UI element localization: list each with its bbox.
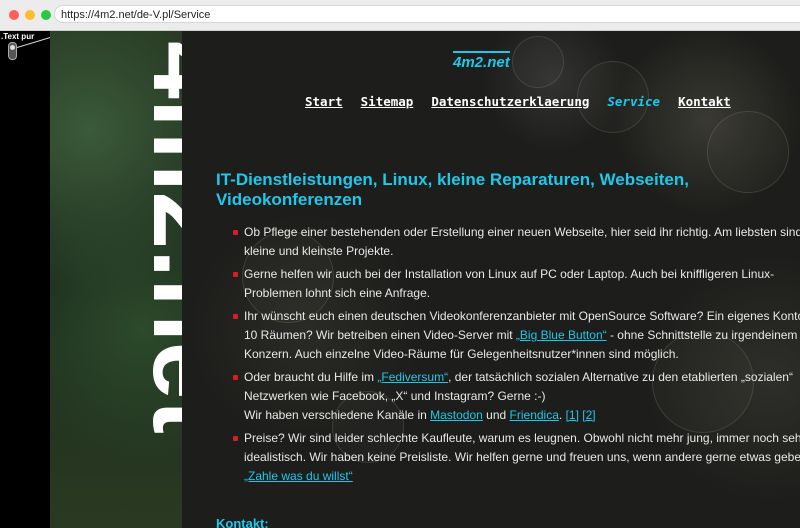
vertical-logo: 4m2.net <box>131 41 182 434</box>
list-item-text: 10 Räumen? Wir betreiben einen Video-Ser… <box>244 328 516 342</box>
list-item-text: Netzwerken wie Facebook, „X“ und Instagr… <box>244 389 546 403</box>
toggle-knob-icon <box>10 45 15 50</box>
background-bokeh <box>512 36 564 88</box>
list-item: Gerne helfen wir auch bei der Installati… <box>222 265 800 303</box>
list-item-text: kleine und kleinste Projekte. <box>244 244 394 258</box>
maximize-window-button[interactable] <box>41 10 51 20</box>
page-title-line: Videokonferenzen <box>216 190 363 209</box>
list-item-text: Preise? Wir sind leider schlechte Kaufle… <box>244 431 800 445</box>
nav-kontakt[interactable]: Kontakt <box>678 94 731 109</box>
list-item-text: Oder braucht du Hilfe im <box>244 370 378 384</box>
list-item-text: Ihr wünscht euch einen deutschen Videoko… <box>244 309 800 323</box>
site-logo[interactable]: 4m2.net <box>453 51 510 71</box>
big-blue-button-link[interactable]: „Big Blue Button“ <box>516 328 607 342</box>
sidebar-banner: 4m2.net <box>50 31 182 528</box>
list-item-text: Problemen lohnt sich eine Anfrage. <box>244 286 431 300</box>
reference-link-2[interactable]: [2] <box>582 408 595 422</box>
browser-chrome: https://4m2.net/de-V.pl/Service <box>0 0 800 31</box>
mastodon-link[interactable]: Mastodon <box>430 408 483 422</box>
list-item-text: Wir haben verschiedene Kanäle in <box>244 408 431 422</box>
list-item: Ob Pflege einer bestehenden oder Erstell… <box>222 223 800 261</box>
contact-heading: Kontakt: <box>216 516 269 528</box>
text-only-toggle-switch[interactable] <box>8 42 17 60</box>
list-item-text: . <box>558 408 566 422</box>
list-item: Ihr wünscht euch einen deutschen Videoko… <box>222 307 800 364</box>
list-item-text: - ohne Schnittstelle zu irgendeinem US <box>606 328 800 342</box>
close-window-button[interactable] <box>9 10 19 20</box>
minimize-window-button[interactable] <box>25 10 35 20</box>
list-item-text: Konzern. Auch einzelne Video-Räume für G… <box>244 347 679 361</box>
page-title-line: IT-Dienstleistungen, Linux, kleine Repar… <box>216 170 689 189</box>
nav-datenschutzerklaerung[interactable]: Datenschutzerklaerung <box>431 94 589 109</box>
window-controls <box>9 10 51 20</box>
nav-sitemap[interactable]: Sitemap <box>361 94 414 109</box>
main-content: 4m2.net Start Sitemap Datenschutzerklaer… <box>182 31 800 528</box>
friendica-link[interactable]: Friendica <box>510 408 559 422</box>
pay-what-you-want-link[interactable]: „Zahle was du willst“ <box>244 469 353 483</box>
list-item-text: , der tatsächlich sozialen Alternative z… <box>448 370 793 384</box>
main-nav: Start Sitemap Datenschutzerklaerung Serv… <box>305 94 731 109</box>
address-bar[interactable]: https://4m2.net/de-V.pl/Service <box>54 5 800 23</box>
list-item-text: und <box>482 408 510 422</box>
text-only-toggle-label: .Text pur <box>1 32 35 41</box>
list-item-text: Ob Pflege einer bestehenden oder Erstell… <box>244 225 800 239</box>
page-title: IT-Dienstleistungen, Linux, kleine Repar… <box>216 170 776 210</box>
web-page: .Text pur 4m2.net 4m2.net Start Sitemap … <box>0 31 800 528</box>
fediversum-link[interactable]: „Fediversum“ <box>377 370 448 384</box>
list-item: Preise? Wir sind leider schlechte Kaufle… <box>222 429 800 486</box>
nav-service[interactable]: Service <box>607 94 660 109</box>
list-item-text: idealistisch. Wir haben keine Preisliste… <box>244 450 800 464</box>
list-item: Oder braucht du Hilfe im „Fediversum“, d… <box>222 368 800 425</box>
vertical-logo-text: 4m2.net <box>131 41 182 434</box>
service-list: Ob Pflege einer bestehenden oder Erstell… <box>222 223 800 490</box>
nav-start[interactable]: Start <box>305 94 343 109</box>
reference-link-1[interactable]: [1] <box>566 408 579 422</box>
list-item-text: Gerne helfen wir auch bei der Installati… <box>244 267 775 281</box>
